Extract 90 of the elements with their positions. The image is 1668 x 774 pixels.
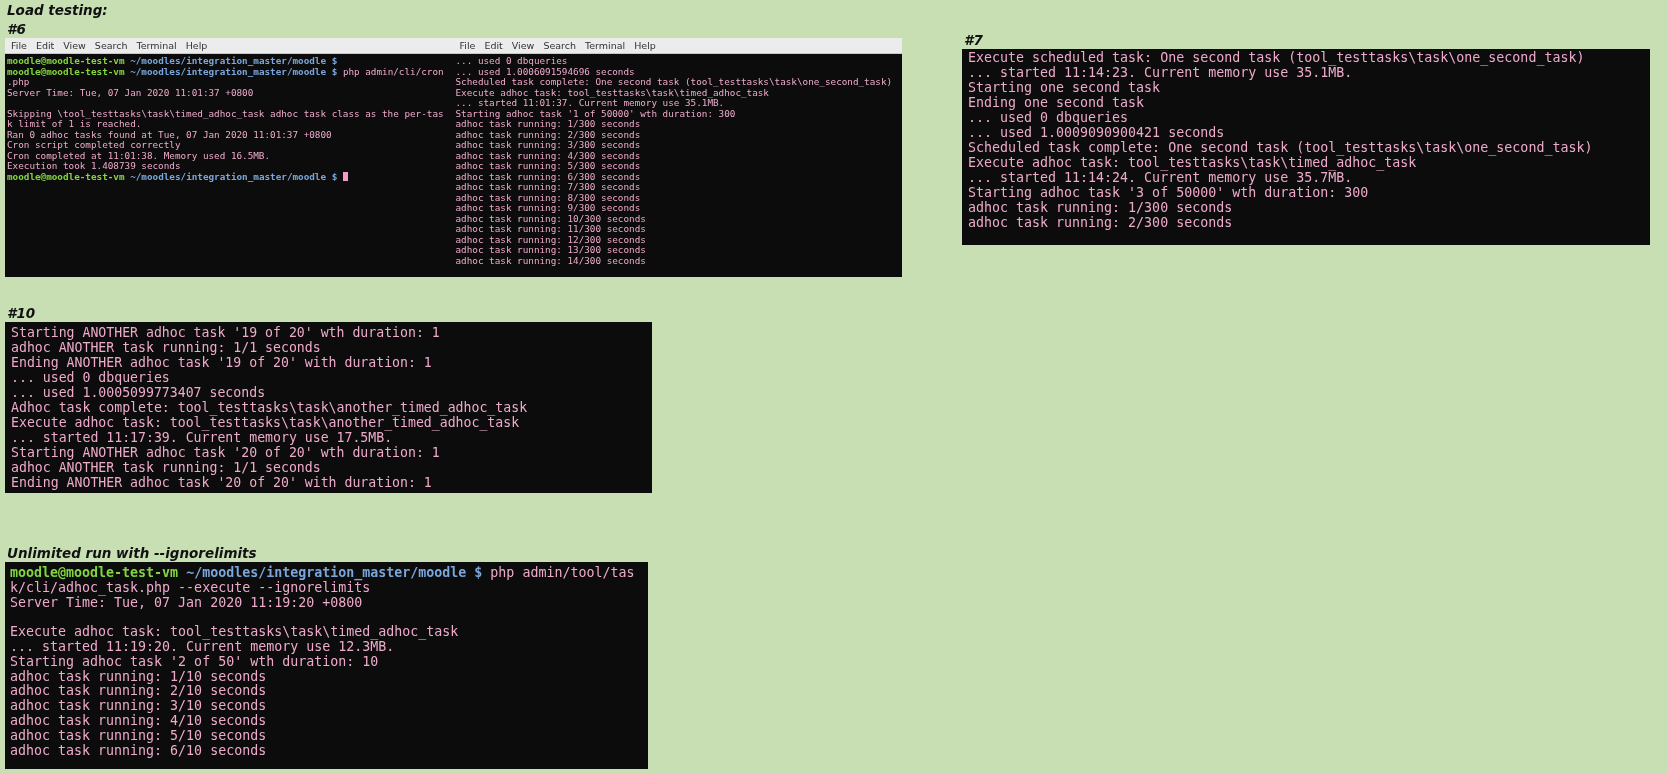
output-line: ... used 1.0006091594696 seconds [455, 66, 635, 77]
output-line: Starting adhoc task '3 of 50000' wth duration: 300 [968, 185, 1369, 200]
output-line: k limit of 1 is reached. [7, 119, 142, 130]
prompt-user: moodle@moodle-test-vm [7, 171, 125, 182]
output-line: ... used 0 dbqueries [11, 370, 170, 385]
output-line: ... started 11:17:39. Current memory use 17.5MB. [11, 430, 393, 445]
output-line: Ending ANOTHER adhoc task '20 of 20' with duration: 1 [11, 475, 432, 490]
output-line: adhoc task running: 4/300 seconds [455, 150, 641, 161]
output-line: Execute adhoc task: tool_testtasks\task\timed_adhoc_task [968, 155, 1417, 170]
output-line: .php [7, 77, 30, 88]
output-line: ... used 0 dbqueries [968, 110, 1129, 125]
section-heading: #6 [6, 21, 27, 38]
output-line: adhoc task running: 10/300 seconds [455, 213, 646, 224]
page-title: Load testing: [6, 1, 108, 20]
output-line: adhoc task running: 13/300 seconds [455, 245, 646, 256]
output-line: adhoc task running: 3/300 seconds [455, 140, 641, 151]
command-text: php admin/tool/tas [490, 566, 635, 581]
output-line: Starting adhoc task '2 of 50' wth duration: 10 [10, 654, 379, 670]
prompt-user: moodle@moodle-test-vm [7, 66, 125, 77]
output-line: adhoc ANOTHER task running: 1/1 seconds [11, 460, 321, 475]
menu-item[interactable]: Help [185, 39, 208, 52]
output-line: Execute adhoc task: tool_testtasks\task\another_timed_adhoc_task [11, 415, 520, 430]
output-line: Cron completed at 11:01:38. Memory used 16.5MB. [7, 150, 271, 161]
output-line: adhoc task running: 2/300 seconds [968, 215, 1233, 230]
menu-item[interactable]: Help [634, 39, 656, 52]
output-line: Skipping \tool_testtasks\task\timed_adhoc_task adhoc task class as the per-tas [7, 108, 444, 119]
prompt-user: moodle@moodle-test-vm [7, 56, 125, 67]
output-line: ... started 11:19:20. Current memory use 12.3MB. [10, 640, 395, 655]
output-line: Ran 0 adhoc tasks found at Tue, 07 Jan 2020 11:01:37 +0800 [7, 129, 332, 140]
menu-item[interactable]: View [63, 39, 86, 52]
output-line: adhoc task running: 1/10 seconds [10, 669, 267, 685]
output-line: Server Time: Tue, 07 Jan 2020 11:01:37 +0800 [7, 87, 254, 98]
output-line: Execution took 1.408739 seconds [7, 161, 181, 172]
output-line: adhoc task running: 6/300 seconds [455, 171, 641, 182]
menu-item[interactable]: Terminal [136, 39, 177, 52]
output-line: Starting one second task [968, 80, 1161, 95]
output-line: adhoc task running: 9/300 seconds [455, 203, 641, 214]
section-heading: #7 [963, 32, 984, 49]
output-line: Scheduled task complete: One second task (tool_testtasks\task\one_second_task) [968, 140, 1593, 155]
menu-item[interactable]: File [459, 39, 476, 52]
menu-item[interactable]: Search [543, 39, 576, 52]
output-line: Adhoc task complete: tool_testtasks\task\another_timed_adhoc_task [11, 400, 528, 415]
prompt-user: moodle@moodle-test-vm [10, 566, 179, 581]
section-heading: #10 [6, 305, 37, 322]
text-cursor [342, 171, 349, 181]
command-text: php admin/cli/cron [342, 66, 444, 77]
output-line: adhoc task running: 1/300 seconds [455, 119, 641, 130]
prompt-path: ~/moodles/integration_master/moodle $ [186, 566, 483, 581]
output-line: adhoc task running: 2/10 seconds [10, 684, 267, 700]
output-line: adhoc task running: 8/300 seconds [455, 192, 641, 203]
prompt-path: ~/moodles/integration_master/moodle $ [130, 66, 338, 77]
output-line: adhoc task running: 11/300 seconds [455, 224, 646, 235]
output-line: adhoc task running: 3/10 seconds [10, 699, 267, 714]
output-line: k/cli/adhoc_task.php --execute --ignorelimits [10, 580, 371, 596]
output-line: adhoc task running: 7/300 seconds [455, 182, 641, 193]
menu-item[interactable]: Terminal [585, 39, 626, 52]
output-line: Starting ANOTHER adhoc task '20 of 20' wth duration: 1 [11, 445, 440, 460]
output-line: adhoc ANOTHER task running: 1/1 seconds [11, 340, 321, 355]
menu-item[interactable]: View [511, 39, 535, 52]
output-line: ... used 0 dbqueries [455, 56, 568, 67]
output-line: Execute adhoc task: tool_testtasks\task\timed_adhoc_task [10, 625, 459, 640]
output-line: Ending one second task [968, 95, 1145, 110]
output-line: adhoc task running: 2/300 seconds [455, 129, 641, 140]
output-line: Execute adhoc task: tool_testtasks\task\timed_adhoc_task [455, 87, 769, 98]
output-line: ... started 11:14:24. Current memory use 35.7MB. [968, 170, 1353, 185]
output-line: adhoc task running: 12/300 seconds [455, 234, 646, 245]
output-line: adhoc task running: 4/10 seconds [10, 713, 267, 729]
output-line: ... used 1.0005099773407 seconds [11, 385, 266, 400]
output-line: adhoc task running: 14/300 seconds [455, 255, 646, 266]
output-line: Scheduled task complete: One second task (tool_testtasks\task\one_second_task) [455, 77, 893, 88]
output-line: adhoc task running: 6/10 seconds [10, 743, 267, 759]
output-line: Server Time: Tue, 07 Jan 2020 11:19:20 +0800 [10, 595, 363, 611]
output-line: ... used 1.0009090900421 seconds [968, 125, 1225, 140]
output-line: Cron script completed correctly [7, 140, 181, 151]
output-line: adhoc task running: 5/10 seconds [10, 728, 267, 744]
output-line: Ending ANOTHER adhoc task '19 of 20' with duration: 1 [11, 355, 432, 370]
menu-item[interactable]: Edit [35, 39, 55, 52]
menu-item[interactable]: Edit [484, 39, 503, 52]
output-line: Execute scheduled task: One second task (tool_testtasks\task\one_second_task) [968, 50, 1585, 65]
output-line: adhoc task running: 1/300 seconds [968, 200, 1233, 215]
prompt-path: ~/moodles/integration_master/moodle $ [130, 56, 338, 67]
output-line: Starting adhoc task '1 of 50000' wth duration: 300 [455, 108, 736, 119]
output-line: adhoc task running: 5/300 seconds [455, 161, 641, 172]
output-line: Starting ANOTHER adhoc task '19 of 20' wth duration: 1 [11, 325, 440, 340]
menu-item[interactable]: Search [94, 39, 128, 52]
section-heading: Unlimited run with --ignorelimits [6, 545, 258, 562]
output-line: ... started 11:14:23. Current memory use 35.1MB. [968, 65, 1353, 80]
output-line: ... started 11:01:37. Current memory use 35.1MB. [455, 98, 725, 109]
prompt-path: ~/moodles/integration_master/moodle $ [130, 171, 338, 182]
menu-item[interactable]: File [11, 39, 27, 52]
